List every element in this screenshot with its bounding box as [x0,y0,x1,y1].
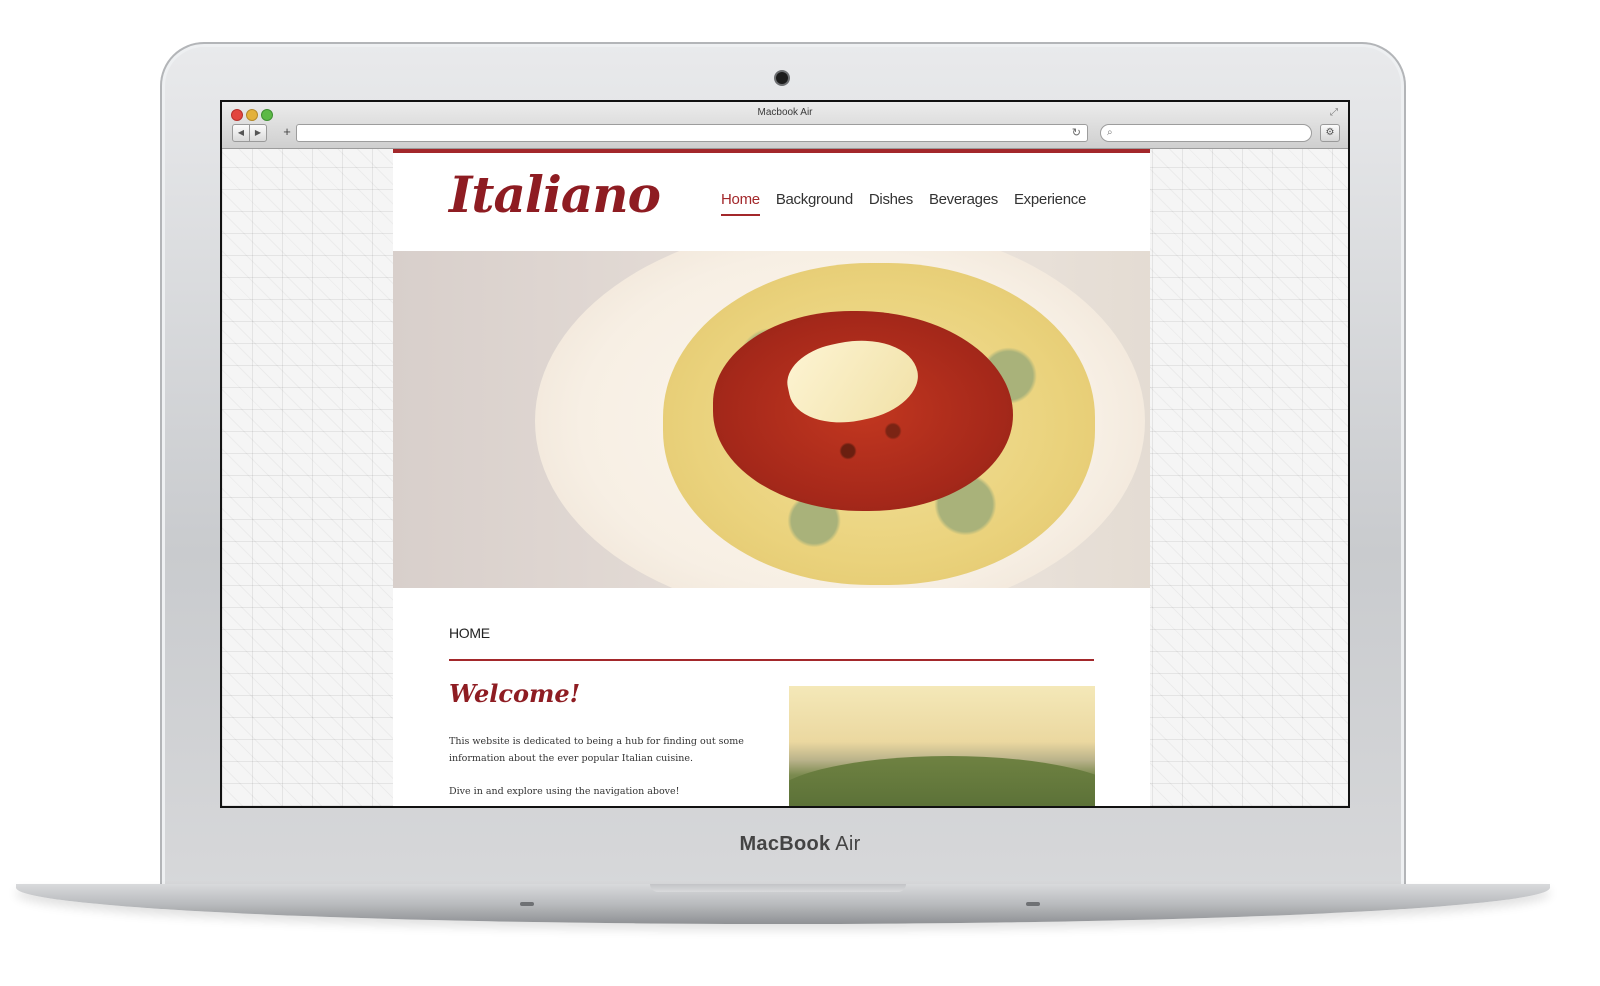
section-heading: HOME [449,625,490,641]
nav-dishes[interactable]: Dishes [869,191,913,216]
fullscreen-icon[interactable]: ⤢ [1330,107,1338,118]
hero-pasta-image [393,251,1150,588]
landscape-image [789,686,1095,806]
window-title: Macbook Air [757,107,813,118]
screen: Macbook Air ⤢ ◀ ▶ + ↻ ⌕ ⚙ Italiano Home … [220,100,1350,808]
nav-beverages[interactable]: Beverages [929,191,998,216]
welcome-heading: Welcome! [449,679,581,708]
device-brand: MacBook [739,833,831,855]
search-icon: ⌕ [1107,127,1113,138]
nav-home[interactable]: Home [721,191,760,216]
address-bar[interactable]: ↻ [296,124,1088,142]
site-page: Italiano Home Background Dishes Beverage… [393,149,1150,806]
settings-button[interactable]: ⚙ [1320,124,1340,142]
back-button[interactable]: ◀ [232,124,250,142]
site-logo[interactable]: Italiano [449,165,661,224]
laptop-foot-left [520,902,534,906]
explore-paragraph: Dive in and explore using the navigation… [449,786,680,797]
search-input[interactable]: ⌕ [1100,124,1312,142]
browser-toolbar: Macbook Air ⤢ ◀ ▶ + ↻ ⌕ ⚙ [222,102,1348,149]
device-label: MacBook Air [0,833,1600,856]
hill [789,756,1095,806]
add-tab-button[interactable]: + [278,124,296,140]
camera-icon [776,72,788,84]
reload-icon[interactable]: ↻ [1072,125,1081,141]
main-nav: Home Background Dishes Beverages Experie… [721,191,1086,216]
device-model: Air [835,833,861,855]
hinge-notch [650,884,906,892]
section-divider [449,659,1094,661]
nav-experience[interactable]: Experience [1014,191,1086,216]
intro-paragraph: This website is dedicated to being a hub… [449,736,744,764]
page-viewport: Italiano Home Background Dishes Beverage… [222,149,1348,806]
forward-button[interactable]: ▶ [249,124,267,142]
laptop-foot-right [1026,902,1040,906]
nav-background[interactable]: Background [776,191,853,216]
